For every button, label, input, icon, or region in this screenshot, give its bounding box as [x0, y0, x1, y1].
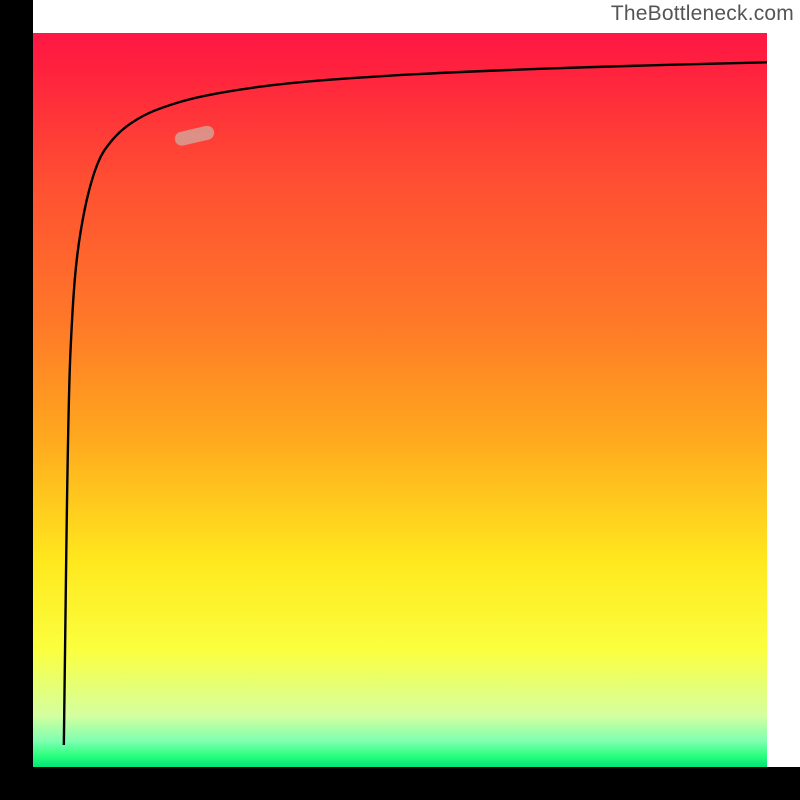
axis-bottom — [0, 767, 800, 800]
chart-container: TheBottleneck.com — [0, 0, 800, 800]
axis-left — [0, 0, 33, 800]
bottleneck-chart — [0, 0, 800, 800]
plot-background — [33, 33, 767, 767]
branding-label: TheBottleneck.com — [611, 2, 794, 26]
